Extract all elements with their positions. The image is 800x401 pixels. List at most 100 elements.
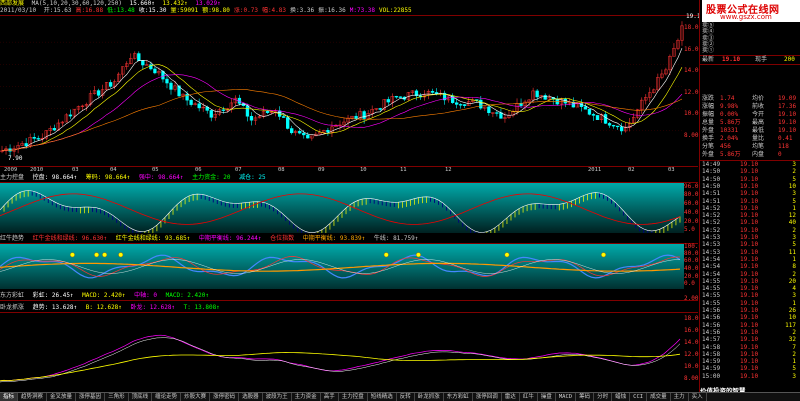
candle-body — [378, 108, 382, 110]
candle-body — [495, 112, 499, 114]
candle-body — [245, 105, 250, 117]
ma-line — [1, 89, 683, 152]
panel4-item-1: 彩虹: 26.45↑ — [32, 292, 74, 299]
panel3[interactable] — [0, 243, 698, 290]
ohlc-item: 涨:0.73 — [233, 7, 258, 14]
candle-body — [302, 132, 306, 136]
panel3-item-1: 红牛金线和绿线: 96.630↑ — [32, 235, 108, 242]
tick-vol: 1 — [792, 299, 796, 307]
quote-row: 分笔 456 均笔 118 — [700, 143, 800, 151]
tick-time: 14:54 — [702, 270, 721, 278]
quote-v2: 19.10 — [778, 119, 797, 126]
tick-vol: 3 — [792, 292, 796, 300]
last-price-row: 最新 19.10 现手 200 — [700, 55, 800, 65]
signal-marker — [69, 252, 75, 258]
tick-vol: 10 — [788, 314, 796, 322]
tick-price: 19.10 — [740, 234, 759, 241]
tick-row: 14:53 19.10 5 — [700, 241, 800, 248]
quote-row: 外盘 5.86万 内盘 0 — [700, 151, 800, 159]
ma-line — [1, 47, 683, 152]
kline-panel[interactable]: 19.10 7.90 — [0, 14, 704, 167]
candle-body — [282, 116, 286, 118]
quote-v2: 19.10 — [778, 127, 797, 134]
tick-price: 19.10 — [740, 219, 759, 227]
tick-row: 14:53 19.10 11 — [700, 249, 800, 256]
tick-row: 14:49 19.10 3 — [700, 161, 800, 168]
tick-price: 19.10 — [740, 292, 759, 300]
candle-body — [108, 82, 113, 87]
candle-body — [221, 109, 225, 111]
tick-price: 19.10 — [740, 372, 759, 380]
signal-marker — [504, 252, 510, 258]
tick-row: 14:56 19.10 26 — [700, 307, 800, 314]
tick-vol: 117 — [785, 321, 796, 329]
candle-body — [479, 99, 483, 109]
quote-l1: 外盘 — [702, 127, 715, 134]
candle-body — [286, 117, 290, 129]
panel2-svg — [0, 183, 684, 233]
tick-vol: 12 — [788, 212, 796, 220]
candle-body — [197, 103, 201, 109]
tick-list[interactable]: 14:49 19.10 3 14:50 19.10 2 14:50 19.10 5 14:50 19… — [700, 160, 800, 385]
signal-marker — [415, 252, 421, 258]
panel5-item-3: 卧龙: 12.628↑ — [130, 304, 176, 311]
trend-line — [0, 334, 681, 382]
long-trend-line — [0, 352, 681, 382]
quote-l2: 量比 — [752, 135, 765, 142]
panel4-item-3: 中轴: 0 — [134, 292, 157, 299]
candle-body — [543, 95, 547, 100]
quote-l2: 前收 — [752, 103, 765, 110]
tick-time: 14:52 — [702, 204, 721, 212]
tick-price: 19.10 — [740, 175, 759, 183]
candle-body — [326, 130, 330, 133]
quote-l1: 外盘 — [702, 151, 715, 158]
candle-body — [455, 102, 459, 105]
panel2-item-5: 减仓: 25 — [239, 174, 266, 181]
tick-row: 14:51 19.10 5 — [700, 198, 800, 205]
quote-v2: 17.36 — [778, 103, 797, 110]
tick-vol: 11 — [788, 248, 796, 256]
tick-row: 14:54 19.10 8 — [700, 263, 800, 270]
tick-time: 14:54 — [702, 255, 721, 263]
tick-row: 14:58 19.10 7 — [700, 344, 800, 351]
quote-v1: 0.00% — [720, 111, 739, 118]
tick-row: 14:50 19.10 10 — [700, 183, 800, 190]
candle-body — [169, 82, 173, 90]
tick-vol: 5 — [792, 241, 796, 249]
panel5-item-1: 趋势: 13.628↑ — [32, 304, 78, 311]
panel2[interactable] — [0, 182, 698, 234]
quote-row: 外盘 10331 最低 19.10 — [700, 127, 800, 135]
tick-vol: 2 — [792, 350, 796, 358]
ohlc-item: 振:16.36 — [318, 7, 346, 14]
candle-body — [96, 90, 101, 96]
candle-body — [603, 114, 608, 124]
tick-row: 14:59 19.10 1 — [700, 358, 800, 365]
panel3-item-2: 红牛金线和绿线: 93.685↑ — [115, 235, 191, 242]
quote-row: 振幅 0.00% 今开 19.10 — [700, 111, 800, 119]
tick-row: 14:52 19.10 2 — [700, 227, 800, 234]
tick-time: 15:00 — [702, 372, 721, 380]
tick-price: 19.10 — [740, 277, 759, 285]
panel5[interactable] — [0, 312, 698, 392]
signal-marker — [118, 252, 124, 258]
quote-v1: 2.04% — [720, 135, 739, 142]
tick-vol: 1 — [792, 204, 796, 212]
tick-time: 14:59 — [702, 365, 721, 373]
tick-row: 14:53 19.10 3 — [700, 234, 800, 241]
tick-price: 19.10 — [740, 299, 759, 307]
tick-vol: 8 — [792, 263, 796, 271]
candle-body — [153, 68, 157, 74]
candle-body — [249, 116, 254, 121]
ohlc-row: 开:15.63 高:16.88 低:13.48 收:15.30 量:59091 额:98.… — [44, 7, 416, 14]
quote-l2: 内盘 — [752, 151, 765, 158]
panel4-item-4: MACD: 2.420↑ — [165, 292, 209, 299]
ohlc-item: 开:15.63 — [43, 7, 72, 14]
tick-time: 14:55 — [702, 277, 721, 285]
quote-table: 涨跌 1.74 均价 19.09 涨幅 9.98% 前收 17.36 振幅 0.00% 今开 19.1… — [700, 95, 800, 159]
tick-price: 19.10 — [740, 263, 759, 271]
tick-time: 14:51 — [702, 190, 721, 198]
candle-body — [430, 91, 435, 93]
panel5-title: 卧龙抓涨 趋势: 13.628↑ B: 12.628↑ 卧龙: 12.628↑ … — [0, 303, 698, 312]
quote-l1: 涨跌 — [702, 95, 715, 102]
tick-row: 14:54 19.10 2 — [700, 271, 800, 278]
